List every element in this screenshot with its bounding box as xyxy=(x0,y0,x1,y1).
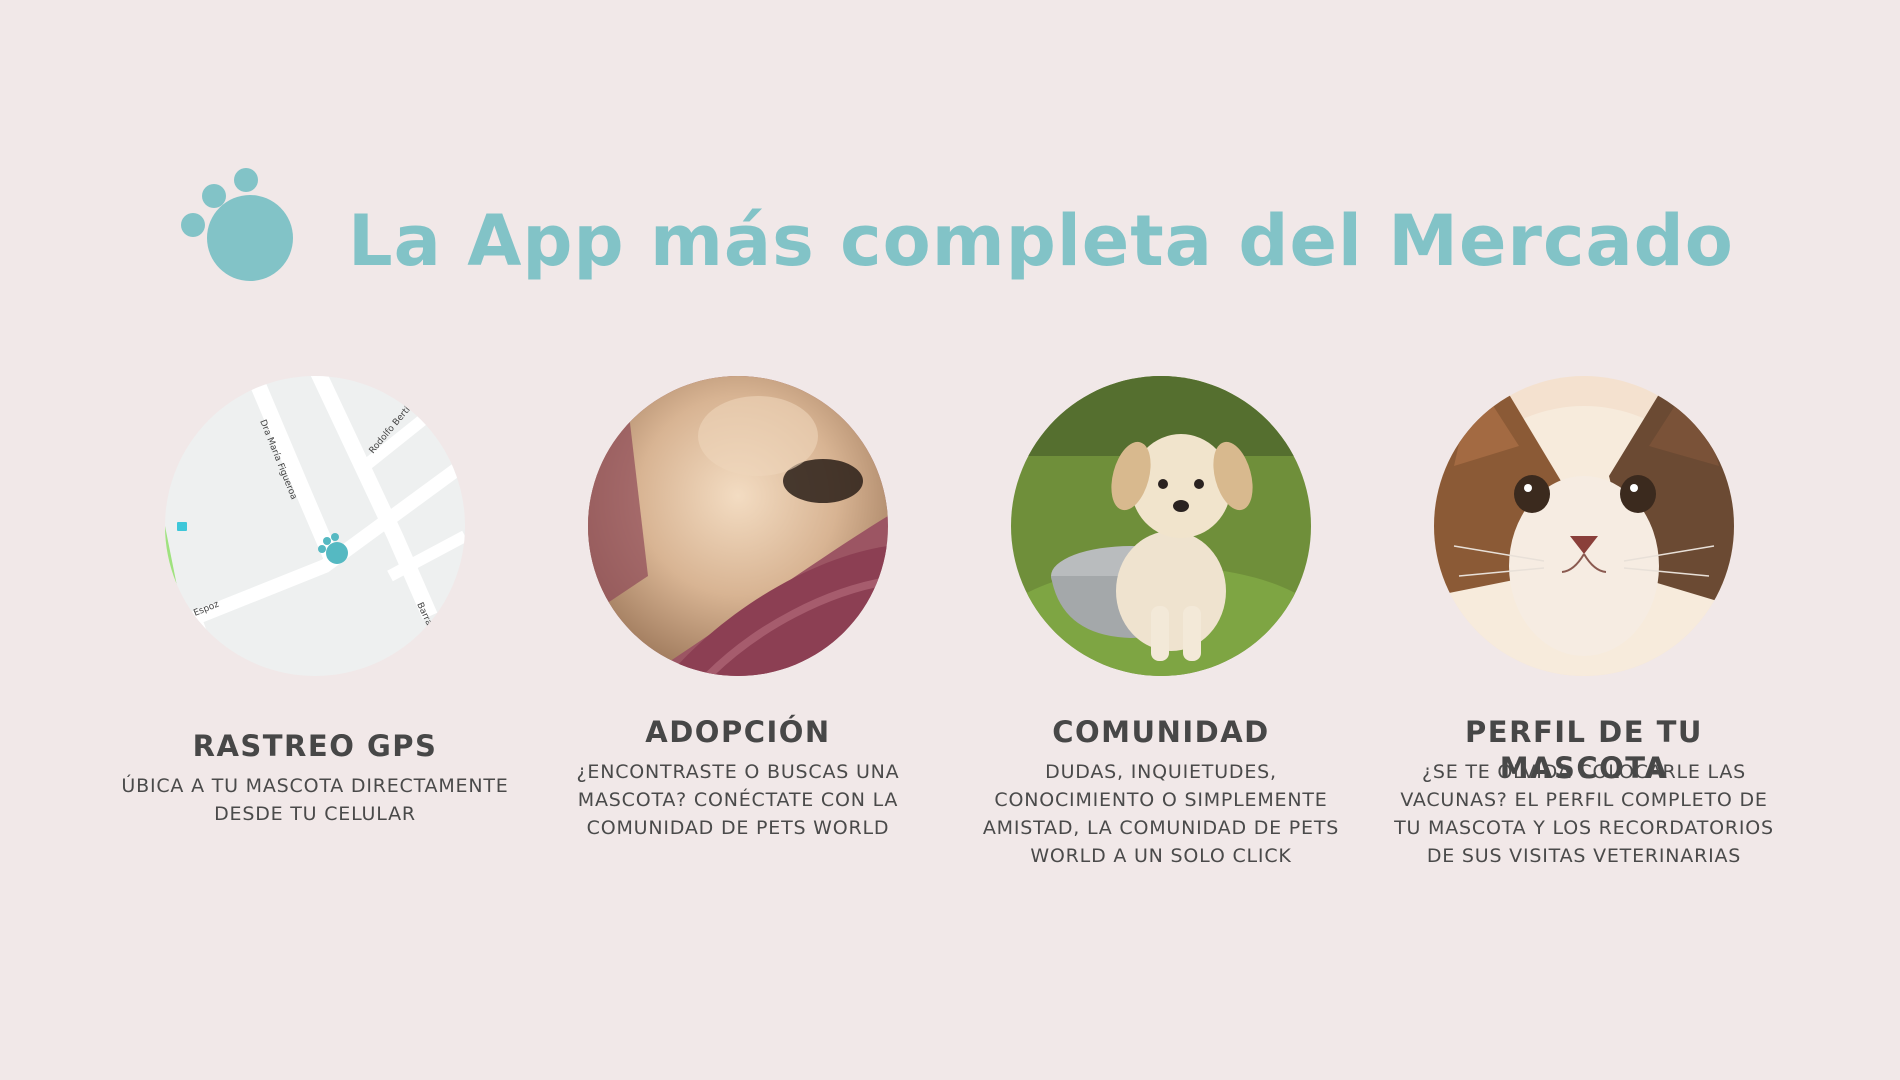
feature-title: PERFIL DE TU MASCOTA xyxy=(1465,715,1703,785)
puppy-image xyxy=(1011,376,1311,676)
feature-title: RASTREO GPS xyxy=(192,729,438,763)
sleeping-dog-image xyxy=(588,376,888,676)
page-title: La App más completa del Mercado xyxy=(348,200,1734,282)
map-image: Dra María Figueroa Rodolfo Bertí Espoz B… xyxy=(165,376,465,676)
feature-title: ADOPCIÓN xyxy=(645,715,831,749)
feature-description: ¿ENCONTRASTE O BUSCAS UNA MASCOTA? CONÉC… xyxy=(576,761,900,839)
feature-community: COMUNIDAD DUDAS, INQUIETUDES, CONOCIMIEN… xyxy=(961,376,1361,870)
feature-pet-profile: PERFIL DE TU MASCOTA ¿SE TE OLVIDA COLOC… xyxy=(1384,376,1784,870)
feature-gps: Dra María Figueroa Rodolfo Bertí Espoz B… xyxy=(115,376,515,828)
feature-description: ÚBICA A TU MASCOTA DIRECTAMENTE DESDE TU… xyxy=(121,775,509,825)
feature-title: COMUNIDAD xyxy=(1052,715,1270,749)
page: La App más completa del Mercado Dra Marí… xyxy=(0,0,1900,1080)
paw-icon xyxy=(181,168,293,281)
feature-description: ¿SE TE OLVIDA COLOCARLE LAS VACUNAS? EL … xyxy=(1394,761,1774,867)
feature-description: DUDAS, INQUIETUDES, CONOCIMIENTO O SIMPL… xyxy=(982,761,1340,867)
cat-image xyxy=(1434,376,1734,676)
feature-adoption: ADOPCIÓN ¿ENCONTRASTE O BUSCAS UNA MASCO… xyxy=(538,376,938,842)
